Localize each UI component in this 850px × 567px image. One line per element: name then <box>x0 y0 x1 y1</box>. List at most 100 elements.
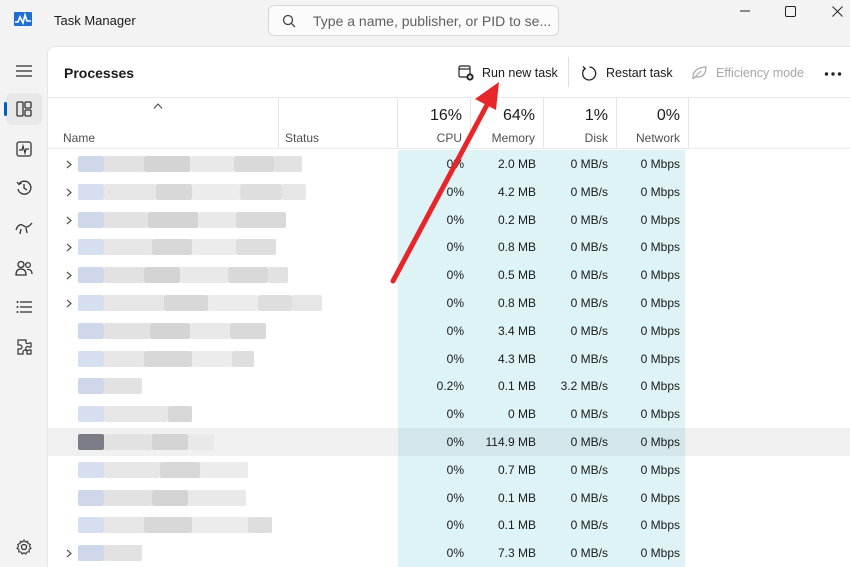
column-header-name[interactable]: Name <box>63 131 95 145</box>
process-name-redacted <box>148 211 198 228</box>
details-icon <box>16 301 32 313</box>
expand-chevron-icon[interactable] <box>65 243 73 252</box>
column-header-memory[interactable]: 64% Memory <box>471 98 543 149</box>
process-name-redacted <box>104 461 160 478</box>
table-row[interactable]: 0% 0 MB 0 MB/s 0 Mbps <box>48 400 850 428</box>
disk-cell: 0 MB/s <box>570 518 608 533</box>
table-row[interactable]: 0% 0.8 MB 0 MB/s 0 Mbps <box>48 233 850 261</box>
process-icon-redacted <box>78 156 104 172</box>
process-name-redacted <box>190 156 234 172</box>
services-icon <box>17 339 32 355</box>
restart-task-button[interactable]: Restart task <box>581 61 673 85</box>
sidebar-item-performance[interactable] <box>6 133 42 165</box>
efficiency-mode-label: Efficiency mode <box>716 66 805 80</box>
sidebar-item-startup-apps[interactable] <box>6 212 42 244</box>
memory-total-percent: 64% <box>502 107 535 124</box>
process-icon-redacted <box>78 517 104 534</box>
expand-chevron-icon[interactable] <box>65 216 73 225</box>
process-name-redacted <box>164 295 208 311</box>
memory-cell: 0.7 MB <box>497 462 536 477</box>
cpu-cell: 0% <box>446 546 464 561</box>
process-name-redacted <box>200 461 248 478</box>
more-options-button[interactable] <box>824 64 842 82</box>
sidebar-item-app-history[interactable] <box>6 172 42 204</box>
table-row[interactable]: 0% 7.3 MB 0 MB/s 0 Mbps <box>48 539 850 567</box>
network-cell: 0 Mbps <box>640 518 680 533</box>
network-cell: 0 Mbps <box>640 157 680 171</box>
process-name-redacted <box>104 267 144 284</box>
expand-chevron-icon[interactable] <box>65 160 73 169</box>
process-name-redacted <box>104 545 142 562</box>
column-header-disk[interactable]: 1% Disk <box>544 98 616 149</box>
process-name-redacted <box>156 183 192 200</box>
column-header-cpu[interactable]: 16% CPU <box>398 98 470 149</box>
close-button[interactable] <box>814 0 850 22</box>
expand-chevron-icon[interactable] <box>65 188 73 197</box>
process-name-redacted <box>144 267 180 284</box>
process-name-redacted <box>180 267 228 284</box>
table-row[interactable]: 0% 0.5 MB 0 MB/s 0 Mbps <box>48 261 850 289</box>
disk-cell: 0 MB/s <box>570 351 608 366</box>
table-row[interactable]: 0% 4.2 MB 0 MB/s 0 Mbps <box>48 178 850 206</box>
sidebar-item-services[interactable] <box>6 331 42 363</box>
process-icon-redacted <box>78 350 104 367</box>
table-row[interactable]: 0% 4.3 MB 0 MB/s 0 Mbps <box>48 345 850 373</box>
sidebar-item-processes[interactable] <box>4 93 42 125</box>
sidebar <box>0 46 47 567</box>
process-name-redacted <box>104 517 144 534</box>
process-name-redacted <box>160 461 200 478</box>
process-name-redacted <box>228 267 268 284</box>
column-header-network[interactable]: 0% Network <box>617 98 688 149</box>
memory-cell: 7.3 MB <box>497 546 536 561</box>
memory-cell: 0.2 MB <box>497 212 536 227</box>
expand-chevron-icon[interactable] <box>65 271 73 280</box>
process-name-redacted <box>234 156 274 172</box>
column-header-status[interactable]: Status <box>285 131 319 145</box>
cpu-cell: 0% <box>446 184 464 199</box>
process-name-redacted <box>232 350 254 367</box>
memory-cell: 0.8 MB <box>497 240 536 255</box>
search-input[interactable] <box>313 12 553 30</box>
table-row[interactable]: 0% 0.1 MB 0 MB/s 0 Mbps <box>48 484 850 512</box>
network-cell: 0 Mbps <box>640 546 680 561</box>
process-name-redacted <box>282 183 306 200</box>
maximize-button[interactable] <box>767 0 813 22</box>
process-name-redacted <box>104 378 142 395</box>
efficiency-mode-button[interactable]: Efficiency mode <box>691 61 804 85</box>
disk-cell: 0 MB/s <box>570 546 608 561</box>
task-manager-app-icon <box>14 12 32 26</box>
cpu-cell: 0% <box>446 435 464 449</box>
table-row[interactable]: 0% 0.1 MB 0 MB/s 0 Mbps <box>48 511 850 539</box>
network-cell: 0 Mbps <box>640 490 680 505</box>
table-row[interactable]: 0% 114.9 MB 0 MB/s 0 Mbps <box>48 428 850 456</box>
expand-chevron-icon[interactable] <box>65 299 73 308</box>
settings-button[interactable] <box>6 531 42 563</box>
table-row[interactable]: 0% 0.2 MB 0 MB/s 0 Mbps <box>48 206 850 234</box>
sort-ascending-icon[interactable] <box>152 102 164 110</box>
sidebar-item-details[interactable] <box>6 291 42 323</box>
process-icon-redacted <box>78 239 104 256</box>
startup-apps-icon <box>15 222 33 235</box>
table-row[interactable]: 0% 2.0 MB 0 MB/s 0 Mbps <box>48 150 850 178</box>
run-new-task-button[interactable]: Run new task <box>458 61 558 85</box>
disk-cell: 0 MB/s <box>570 240 608 255</box>
minimize-icon <box>740 10 750 12</box>
processes-icon <box>16 101 32 117</box>
memory-cell: 0.5 MB <box>497 268 536 283</box>
minimize-button[interactable] <box>722 0 768 22</box>
table-row[interactable]: 0% 0.8 MB 0 MB/s 0 Mbps <box>48 289 850 317</box>
users-icon <box>15 260 33 276</box>
table-row[interactable]: 0% 3.4 MB 0 MB/s 0 Mbps <box>48 317 850 345</box>
table-row[interactable]: 0.2% 0.1 MB 3.2 MB/s 0 Mbps <box>48 372 850 400</box>
expand-chevron-icon[interactable] <box>65 549 73 558</box>
process-icon-redacted <box>78 489 104 506</box>
search-box[interactable] <box>268 5 559 36</box>
process-name-redacted <box>192 239 236 256</box>
disk-cell: 0 MB/s <box>570 462 608 477</box>
disk-cell: 3.2 MB/s <box>560 379 608 394</box>
sidebar-item-users[interactable] <box>6 252 42 284</box>
hamburger-menu-button[interactable] <box>6 55 42 87</box>
table-row[interactable]: 0% 0.7 MB 0 MB/s 0 Mbps <box>48 456 850 484</box>
network-header-label: Network <box>635 131 680 145</box>
process-name-redacted <box>292 295 322 311</box>
